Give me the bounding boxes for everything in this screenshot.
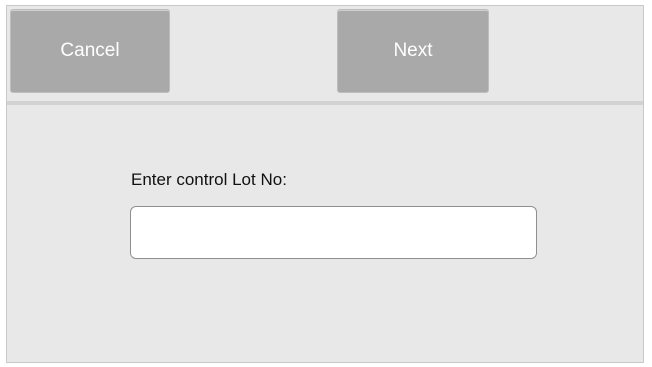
lot-number-label: Enter control Lot No: <box>131 170 287 189</box>
cancel-button[interactable]: Cancel <box>10 9 170 93</box>
next-button[interactable]: Next <box>337 9 489 93</box>
toolbar: Cancel Next <box>7 6 643 101</box>
lot-number-input[interactable] <box>130 206 537 259</box>
lot-entry-dialog: Cancel Next Enter control Lot No: <box>6 5 644 363</box>
toolbar-divider <box>7 101 643 105</box>
